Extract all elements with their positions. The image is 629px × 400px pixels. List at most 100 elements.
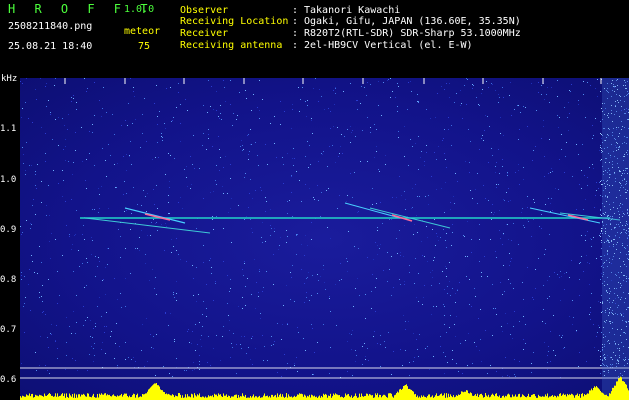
noise-speck xyxy=(323,324,324,325)
noise-speck xyxy=(379,171,380,172)
noise-speck xyxy=(178,254,179,255)
noise-speck xyxy=(507,224,508,225)
noise-speck xyxy=(332,145,333,146)
noise-speck xyxy=(405,329,406,330)
level-bar xyxy=(588,393,589,400)
level-bar xyxy=(488,394,489,400)
level-bar xyxy=(156,382,157,400)
noise-speck xyxy=(180,197,181,198)
noise-speck xyxy=(142,133,143,134)
noise-speck xyxy=(187,331,188,332)
level-bar xyxy=(481,393,482,400)
noise-speck xyxy=(476,97,477,98)
noise-speck xyxy=(102,342,103,343)
noise-speck xyxy=(362,364,363,365)
level-bar xyxy=(48,393,49,400)
noise-speck xyxy=(259,269,260,270)
level-bar xyxy=(250,395,251,400)
noise-speck xyxy=(62,196,63,197)
noise-speck xyxy=(452,288,453,289)
noise-speck xyxy=(527,267,528,268)
noise-speck xyxy=(597,332,598,333)
noise-speck xyxy=(327,166,328,167)
noise-speck xyxy=(82,234,83,235)
noise-speck xyxy=(174,341,175,342)
level-bar xyxy=(134,394,135,400)
noise-speck xyxy=(92,337,93,338)
noise-speck xyxy=(480,309,481,310)
noise-speck xyxy=(219,118,220,119)
noise-speck xyxy=(472,88,473,89)
noise-speck xyxy=(503,265,504,266)
noise-speck xyxy=(305,350,306,351)
noise-speck xyxy=(97,266,98,267)
noise-speck xyxy=(173,246,174,247)
noise-speck xyxy=(439,283,440,284)
meteor-echo xyxy=(124,207,186,224)
level-bar xyxy=(147,391,148,400)
noise-speck xyxy=(398,86,399,87)
level-bar xyxy=(443,395,444,400)
level-bar xyxy=(132,395,133,400)
noise-speck xyxy=(601,273,602,274)
level-bar xyxy=(624,381,625,400)
noise-speck xyxy=(500,117,501,118)
level-bar xyxy=(565,394,566,400)
level-bar xyxy=(253,394,254,400)
noise-speck xyxy=(581,235,582,236)
noise-speck xyxy=(102,108,103,109)
level-bar xyxy=(518,394,519,400)
noise-speck xyxy=(186,261,187,262)
noise-speck xyxy=(486,81,487,82)
noise-speck xyxy=(24,276,25,277)
noise-speck xyxy=(140,147,141,148)
noise-speck xyxy=(508,201,509,202)
noise-speck xyxy=(124,211,125,212)
level-bar xyxy=(45,395,46,400)
level-bar xyxy=(20,396,21,400)
noise-speck xyxy=(304,255,305,256)
noise-speck xyxy=(456,316,457,317)
noise-speck xyxy=(199,355,200,356)
noise-speck xyxy=(25,170,26,171)
level-bar xyxy=(508,393,509,400)
noise-speck xyxy=(261,190,262,191)
noise-speck xyxy=(318,161,319,162)
noise-speck xyxy=(578,154,579,155)
level-bar xyxy=(129,395,130,400)
noise-speck xyxy=(600,91,601,92)
noise-speck xyxy=(376,203,377,204)
noise-speck xyxy=(478,318,479,319)
noise-speck xyxy=(116,323,117,324)
level-bar xyxy=(399,389,400,400)
noise-speck xyxy=(114,278,115,279)
noise-speck xyxy=(511,258,512,259)
noise-speck xyxy=(62,170,63,171)
noise-speck xyxy=(317,185,318,186)
level-bar xyxy=(324,394,325,400)
time-tick-marks xyxy=(64,78,602,84)
noise-speck xyxy=(56,325,57,326)
level-bar xyxy=(346,395,347,400)
noise-speck xyxy=(511,240,512,241)
noise-speck xyxy=(227,275,228,276)
noise-speck xyxy=(274,231,275,232)
noise-speck xyxy=(377,343,378,344)
level-bar xyxy=(152,385,153,400)
noise-speck xyxy=(469,304,470,305)
noise-speck xyxy=(40,78,41,79)
noise-speck xyxy=(454,102,455,103)
noise-speck xyxy=(601,215,602,216)
noise-speck xyxy=(170,313,171,314)
noise-speck xyxy=(110,155,111,156)
noise-speck xyxy=(35,214,36,215)
noise-speck xyxy=(21,272,22,273)
noise-speck xyxy=(370,84,371,85)
noise-speck xyxy=(510,334,511,335)
noise-speck xyxy=(598,350,599,351)
noise-speck xyxy=(199,168,200,169)
level-bar xyxy=(591,388,592,400)
noise-speck xyxy=(335,87,336,88)
noise-speck xyxy=(559,117,560,118)
noise-speck xyxy=(168,202,169,203)
